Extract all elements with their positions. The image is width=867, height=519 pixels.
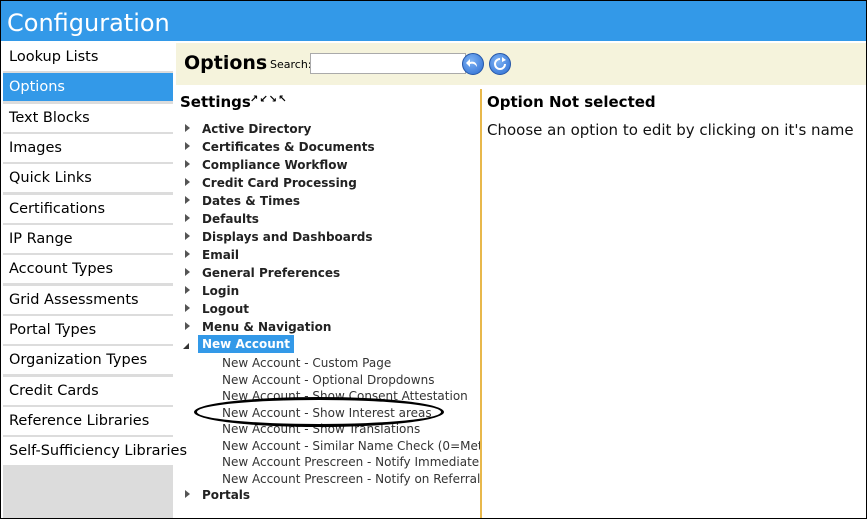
tree-node-label[interactable]: Credit Card Processing bbox=[202, 175, 357, 191]
sidebar-item[interactable]: IP Range bbox=[3, 225, 173, 254]
detail-message: Choose an option to edit by clicking on … bbox=[487, 121, 854, 139]
settings-tree: Active Directory Certificates & Documents… bbox=[180, 121, 480, 505]
sidebar-item[interactable]: Account Types bbox=[3, 255, 173, 284]
sidebar-item[interactable]: Organization Types bbox=[3, 346, 173, 375]
search-label: Search: bbox=[270, 58, 312, 71]
tree-node-label[interactable]: General Preferences bbox=[202, 265, 340, 281]
sidebar-item[interactable]: Grid Assessments bbox=[3, 285, 173, 314]
collapsed-arrow-icon[interactable] bbox=[185, 142, 190, 150]
tree-child-item[interactable]: New Account - Show Consent Attestation bbox=[180, 388, 480, 405]
settings-title: Settings bbox=[180, 93, 251, 111]
tree-node[interactable]: Displays and Dashboards bbox=[180, 229, 480, 247]
tree-node[interactable]: Compliance Workflow bbox=[180, 157, 480, 175]
panel-divider bbox=[480, 89, 482, 518]
sidebar-item[interactable]: Images bbox=[3, 134, 173, 163]
config-window: Configuration Lookup Lists Options Text Bl… bbox=[0, 0, 867, 519]
collapsed-arrow-icon[interactable] bbox=[185, 124, 190, 132]
tree-child-item[interactable]: New Account Prescreen - Notify on Referr… bbox=[180, 471, 480, 488]
sidebar-item[interactable]: Certifications bbox=[3, 194, 173, 223]
expanded-arrow-icon[interactable] bbox=[183, 343, 189, 349]
sidebar-item[interactable]: Portal Types bbox=[3, 316, 173, 345]
tree-node[interactable]: Certificates & Documents bbox=[180, 139, 480, 157]
tree-child-label[interactable]: New Account - Optional Dropdowns bbox=[222, 372, 434, 388]
tree-node[interactable]: Email bbox=[180, 247, 480, 265]
tree-child-label[interactable]: New Account - Show Translations bbox=[222, 421, 420, 437]
options-header: Options Search: bbox=[176, 43, 866, 85]
option-detail-panel: Option Not selected Choose an option to … bbox=[487, 93, 857, 139]
expand-collapse-icon[interactable]: ↗↙↘↖ bbox=[250, 94, 288, 105]
tree-node[interactable]: Logout bbox=[180, 301, 480, 319]
tree-node-label[interactable]: Menu & Navigation bbox=[202, 319, 331, 335]
tree-node[interactable]: New Account bbox=[180, 335, 480, 355]
window-title: Configuration bbox=[1, 1, 866, 41]
tree-child-item[interactable]: New Account - Show Translations bbox=[180, 421, 480, 438]
tree-child-item[interactable]: New Account - Custom Page bbox=[180, 355, 480, 372]
tree-node-label[interactable]: Certificates & Documents bbox=[202, 139, 375, 155]
sidebar-item[interactable]: Quick Links bbox=[3, 164, 173, 193]
search-input[interactable] bbox=[310, 53, 466, 74]
tree-child-label[interactable]: New Account Prescreen - Notify Immediate… bbox=[222, 454, 480, 470]
sidebar-item[interactable]: Reference Libraries bbox=[3, 407, 173, 436]
tree-child-label[interactable]: New Account - Similar Name Check (0=Meta… bbox=[222, 438, 480, 454]
tree-node-label[interactable]: Compliance Workflow bbox=[202, 157, 348, 173]
sidebar-item[interactable]: Lookup Lists bbox=[3, 43, 173, 71]
tree-node-label[interactable]: Displays and Dashboards bbox=[202, 229, 373, 245]
tree-child-label[interactable]: New Account - Show Consent Attestation bbox=[222, 388, 468, 404]
collapsed-arrow-icon[interactable] bbox=[185, 178, 190, 186]
tree-node[interactable]: General Preferences bbox=[180, 265, 480, 283]
collapsed-arrow-icon[interactable] bbox=[185, 490, 190, 498]
page-title: Options bbox=[184, 52, 268, 74]
tree-node[interactable]: Dates & Times bbox=[180, 193, 480, 211]
tree-node[interactable]: Portals bbox=[180, 487, 480, 505]
refresh-icon[interactable] bbox=[489, 53, 511, 75]
sidebar-item[interactable]: Options bbox=[3, 73, 173, 102]
collapsed-arrow-icon[interactable] bbox=[185, 268, 190, 276]
tree-node[interactable]: Credit Card Processing bbox=[180, 175, 480, 193]
tree-node[interactable]: Login bbox=[180, 283, 480, 301]
detail-heading: Option Not selected bbox=[487, 93, 656, 111]
sidebar-item[interactable]: Credit Cards bbox=[3, 376, 173, 405]
tree-node-label[interactable]: Login bbox=[202, 283, 239, 299]
tree-child-label[interactable]: New Account Prescreen - Notify on Referr… bbox=[222, 471, 480, 487]
tree-node-label[interactable]: Logout bbox=[202, 301, 249, 317]
tree-child-item[interactable]: New Account - Show Interest areas bbox=[180, 405, 480, 422]
sidebar-item[interactable]: Text Blocks bbox=[3, 103, 173, 132]
tree-child-label[interactable]: New Account - Custom Page bbox=[222, 355, 391, 371]
sidebar-item[interactable]: Self-Sufficiency Libraries bbox=[3, 437, 187, 466]
tree-child-item[interactable]: New Account - Similar Name Check (0=Meta… bbox=[180, 438, 480, 455]
tree-child-item[interactable]: New Account Prescreen - Notify Immediate… bbox=[180, 454, 480, 471]
tree-node[interactable]: Defaults bbox=[180, 211, 480, 229]
collapsed-arrow-icon[interactable] bbox=[185, 286, 190, 294]
tree-node-label[interactable]: Dates & Times bbox=[202, 193, 300, 209]
tree-child-item[interactable]: New Account - Optional Dropdowns bbox=[180, 372, 480, 389]
collapsed-arrow-icon[interactable] bbox=[185, 160, 190, 168]
undo-arrow-icon[interactable] bbox=[462, 53, 484, 75]
collapsed-arrow-icon[interactable] bbox=[185, 196, 190, 204]
settings-panel: Settings ↗↙↘↖ Active Directory Certificat… bbox=[180, 93, 480, 502]
tree-child-label[interactable]: New Account - Show Interest areas bbox=[222, 405, 432, 421]
tree-node-label[interactable]: New Account bbox=[198, 335, 295, 353]
tree-node-label[interactable]: Defaults bbox=[202, 211, 259, 227]
collapsed-arrow-icon[interactable] bbox=[185, 232, 190, 240]
collapsed-arrow-icon[interactable] bbox=[185, 214, 190, 222]
sidebar: Lookup Lists Options Text Blocks Images Quic… bbox=[3, 43, 187, 518]
collapsed-arrow-icon[interactable] bbox=[185, 250, 190, 258]
collapsed-arrow-icon[interactable] bbox=[185, 322, 190, 330]
tree-node-label[interactable]: Active Directory bbox=[202, 121, 311, 137]
tree-node-label[interactable]: Email bbox=[202, 247, 239, 263]
tree-node-label[interactable]: Portals bbox=[202, 487, 250, 503]
tree-node[interactable]: Active Directory bbox=[180, 121, 480, 139]
collapsed-arrow-icon[interactable] bbox=[185, 304, 190, 312]
